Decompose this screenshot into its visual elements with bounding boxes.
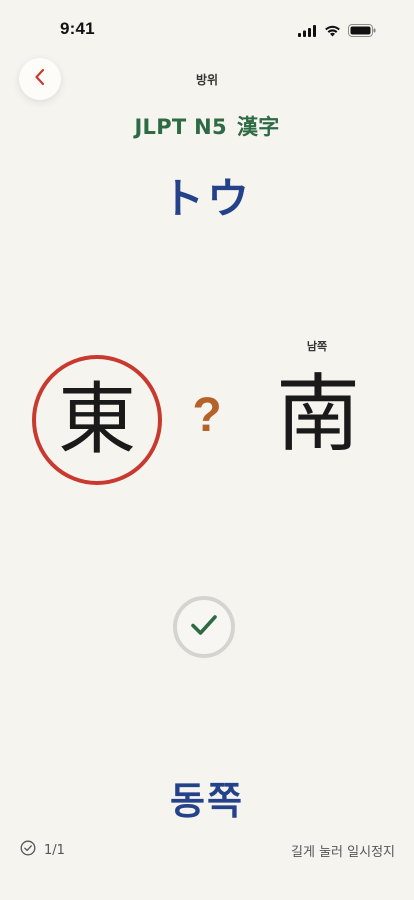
kanji-compare-hint: 남쪽 xyxy=(306,340,328,353)
status-icons xyxy=(298,22,376,41)
confirm-check-button[interactable] xyxy=(173,596,235,658)
signal-icon xyxy=(298,22,317,41)
check-icon xyxy=(190,613,218,641)
wifi-icon xyxy=(324,22,341,41)
category-title: 방위 xyxy=(195,73,219,87)
script-label: 漢字 xyxy=(236,115,280,139)
pause-hint: 길게 눌러 일시정지 xyxy=(291,845,395,860)
kanji-target: 東 xyxy=(57,375,136,465)
level-label: JLPT N5 xyxy=(134,115,227,139)
progress-indicator: 1/1 xyxy=(20,840,65,860)
kanji-meaning: 동쪽 xyxy=(170,779,244,823)
kanji-compare-option[interactable]: 南 xyxy=(266,362,370,466)
kanji-target-option[interactable]: 東 xyxy=(32,355,162,485)
kanji-reading: トウ xyxy=(161,174,252,223)
check-circle-icon xyxy=(20,840,36,860)
progress-count: 1/1 xyxy=(44,842,65,858)
status-bar: 9:41 xyxy=(0,0,414,56)
level-row: JLPT N5 漢字 xyxy=(0,111,414,141)
battery-icon xyxy=(348,22,376,41)
question-mark: ? xyxy=(192,389,222,442)
status-time: 9:41 xyxy=(60,19,95,38)
